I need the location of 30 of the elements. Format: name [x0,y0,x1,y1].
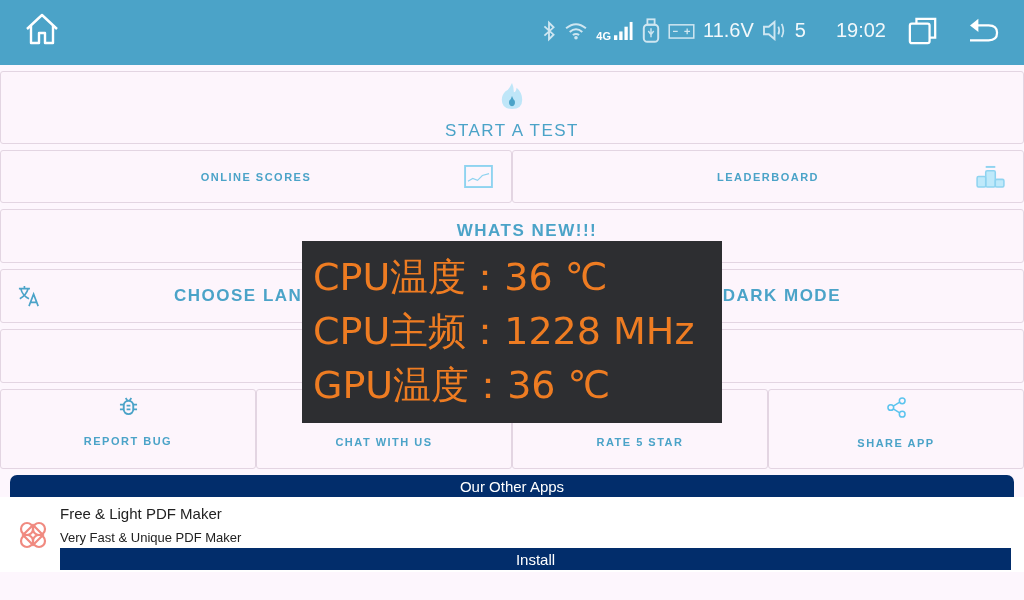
recent-apps-icon[interactable] [908,15,938,46]
clock-time: 19:02 [835,19,886,42]
bug-icon [118,397,138,416]
translate-icon[interactable] [17,285,41,307]
online-scores-button[interactable]: ONLINE SCORES [0,150,512,203]
signal-icon [613,21,635,40]
app-logo-icon [18,519,48,550]
volume-icon[interactable] [761,20,787,41]
app-title: Free & Light PDF Maker [60,505,223,522]
app-description: Very Fast & Unique PDF Maker [60,530,243,545]
dark-mode-button[interactable]: DARK MODE [722,286,841,306]
battery-icon [668,22,696,39]
share-icon [886,397,906,418]
install-button[interactable]: Install [60,548,1011,570]
action-tile[interactable]: REPORT BUG [0,389,256,469]
action-tile[interactable]: SHARE APP [768,389,1024,469]
choose-language-button[interactable]: CHOOSE LAN [174,286,303,306]
line-chart-icon [464,165,493,188]
usb-icon [642,17,661,44]
start-test-button[interactable]: START A TEST [0,71,1024,144]
bluetooth-icon [542,19,557,42]
leaderboard-button[interactable]: LEADERBOARD [512,150,1024,203]
monitor-reading: CPU主频：1228 MHz [313,308,696,355]
home-icon[interactable] [24,11,60,46]
ad-header: Our Other Apps [10,475,1014,497]
voltage-reading: 11.6V [703,19,754,42]
volume-level: 5 [794,19,806,42]
wifi-icon [564,21,589,40]
network-type: 4G [596,29,612,42]
podium-icon [976,165,1005,188]
